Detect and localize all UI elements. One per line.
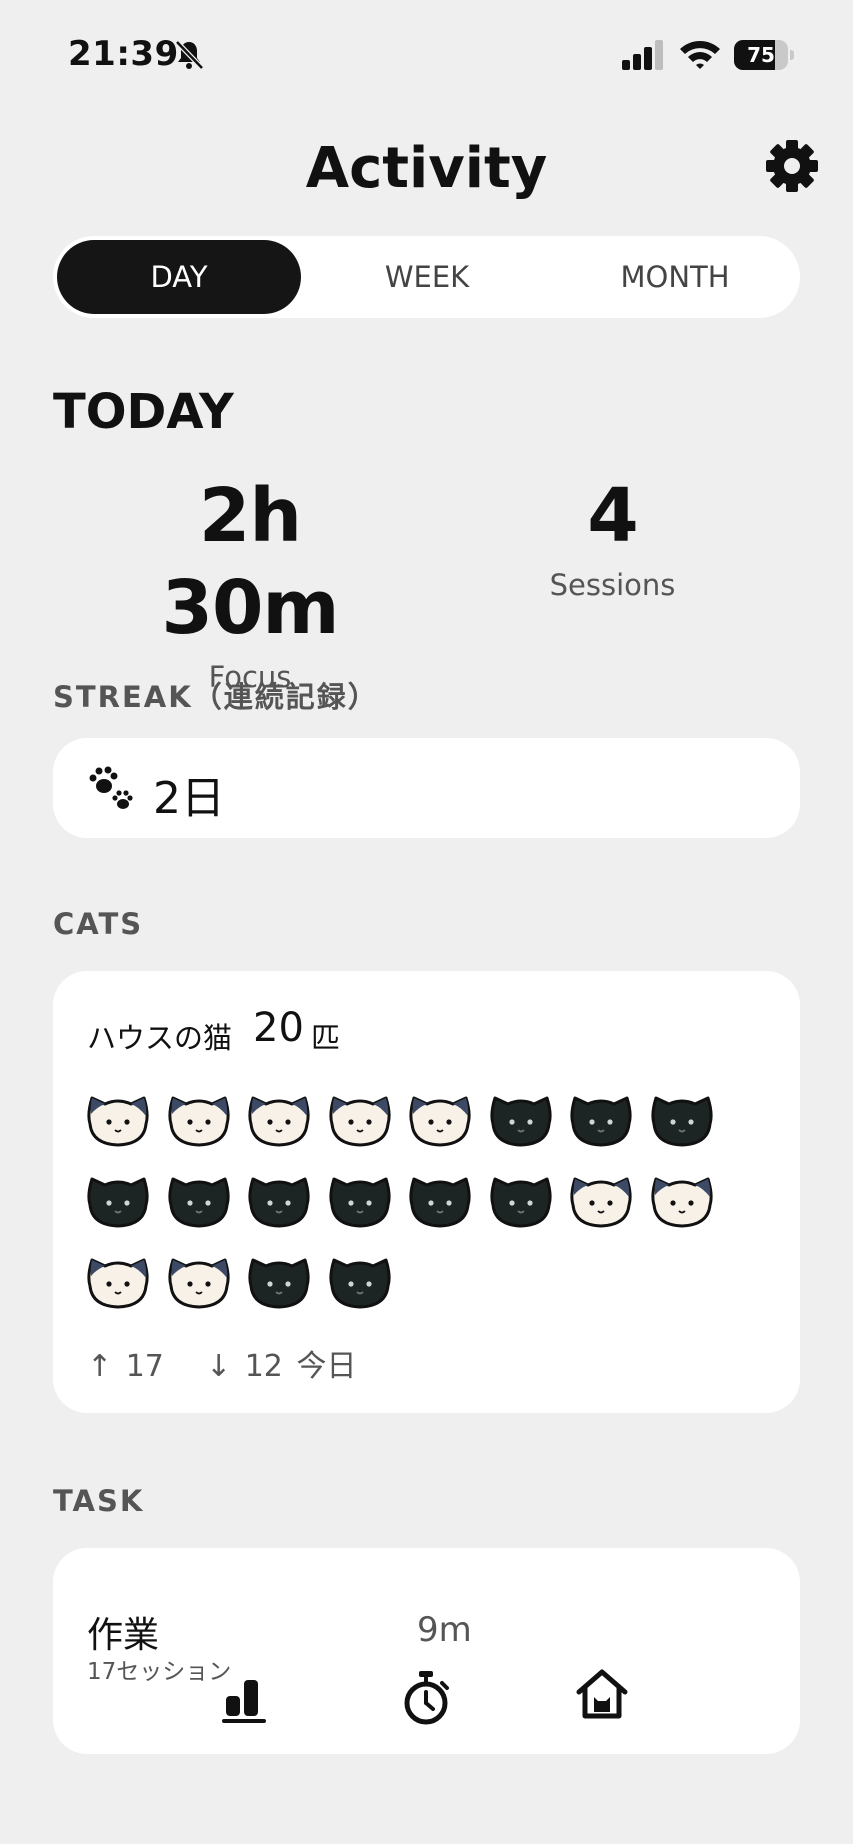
- status-bar: 21:39 75: [0, 0, 853, 110]
- down-arrow-icon: ↓: [206, 1349, 232, 1384]
- cat-grid: [85, 1086, 745, 1336]
- calico-cat-icon[interactable]: [327, 1086, 393, 1150]
- house-cats-label: ハウスの猫: [87, 1021, 233, 1055]
- black-cat-icon[interactable]: [488, 1167, 554, 1231]
- gear-icon[interactable]: [764, 138, 820, 194]
- calico-cat-icon[interactable]: [85, 1248, 151, 1312]
- task-sessions: 17セッション: [87, 1659, 232, 1685]
- tab-day[interactable]: DAY: [57, 240, 301, 314]
- house-cats-count: 20: [253, 1005, 304, 1051]
- calico-cat-icon[interactable]: [85, 1086, 151, 1150]
- cats-changes-suffix: 今日: [296, 1349, 357, 1384]
- page-title: Activity: [305, 136, 548, 201]
- period-segmented-control: DAY WEEK MONTH: [53, 236, 800, 318]
- up-arrow-icon: ↑: [87, 1349, 113, 1384]
- sessions-value: 4: [587, 473, 639, 559]
- black-cat-icon[interactable]: [246, 1167, 312, 1231]
- status-time: 21:39: [68, 34, 179, 74]
- battery-level: 75: [747, 43, 775, 67]
- task-duration: 9m: [417, 1610, 472, 1650]
- home-icon[interactable]: [574, 1666, 630, 1722]
- cats-card: ハウスの猫 20 匹 ↑ 17 ↓ 12 今日: [53, 971, 800, 1413]
- tab-month[interactable]: MONTH: [553, 240, 797, 314]
- bell-slash-icon: [175, 40, 204, 70]
- calico-cat-icon[interactable]: [246, 1086, 312, 1150]
- black-cat-icon[interactable]: [407, 1167, 473, 1231]
- task-name: 作業: [87, 1615, 160, 1656]
- streak-section-label: STREAK（連続記録）: [53, 680, 379, 714]
- black-cat-icon[interactable]: [327, 1248, 393, 1312]
- cats-added-count: 17: [125, 1349, 164, 1384]
- sessions-label: Sessions: [549, 568, 676, 602]
- black-cat-icon[interactable]: [166, 1167, 232, 1231]
- cellular-signal-icon: [622, 40, 663, 70]
- black-cat-icon[interactable]: [246, 1248, 312, 1312]
- sessions-stat: 4 Sessions: [520, 470, 705, 602]
- battery-indicator: 75: [734, 40, 794, 70]
- focus-value: 2h 30m: [161, 473, 339, 651]
- calico-cat-icon[interactable]: [166, 1086, 232, 1150]
- calico-cat-icon[interactable]: [166, 1248, 232, 1312]
- today-heading: TODAY: [53, 384, 234, 440]
- black-cat-icon[interactable]: [488, 1086, 554, 1150]
- calico-cat-icon[interactable]: [407, 1086, 473, 1150]
- tab-week[interactable]: WEEK: [305, 240, 549, 314]
- black-cat-icon[interactable]: [327, 1167, 393, 1231]
- calico-cat-icon[interactable]: [649, 1167, 715, 1231]
- focus-stat: 2h 30m Focus: [100, 470, 400, 694]
- calico-cat-icon[interactable]: [568, 1167, 634, 1231]
- black-cat-icon[interactable]: [85, 1167, 151, 1231]
- cats-left-count: 12: [244, 1349, 283, 1384]
- paw-icon: [89, 766, 133, 809]
- task-section-label: TASK: [53, 1484, 145, 1518]
- black-cat-icon[interactable]: [649, 1086, 715, 1150]
- cat-changes: ↑ 17 ↓ 12 今日: [87, 1341, 360, 1385]
- streak-value: 2日: [153, 773, 225, 824]
- cats-section-label: CATS: [53, 907, 144, 941]
- house-cats-unit: 匹: [311, 1021, 341, 1055]
- stats-icon[interactable]: [218, 1672, 270, 1724]
- streak-card: 2日: [53, 738, 800, 838]
- wifi-icon: [680, 41, 720, 69]
- black-cat-icon[interactable]: [568, 1086, 634, 1150]
- timer-icon[interactable]: [400, 1670, 452, 1726]
